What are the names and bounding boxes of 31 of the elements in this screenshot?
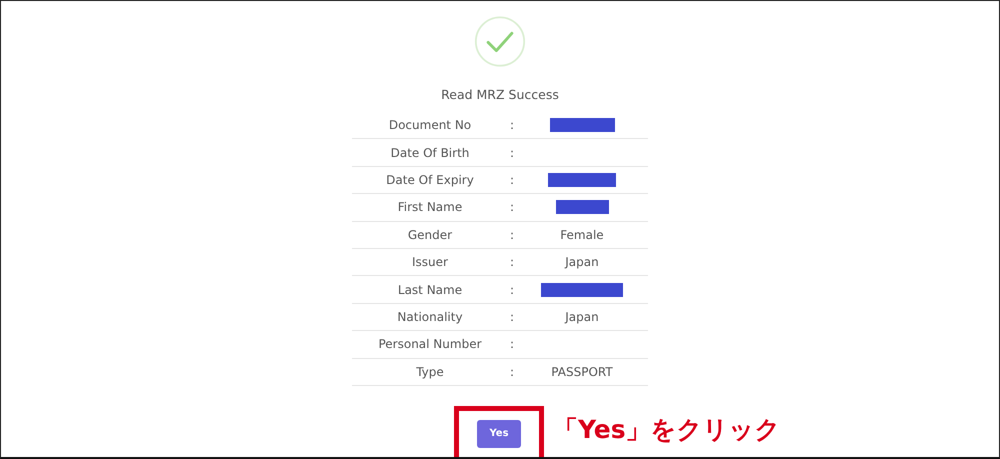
separator: : — [508, 173, 516, 188]
field-label: First Name — [396, 200, 464, 214]
field-value: Japan — [565, 310, 599, 324]
separator: : — [508, 282, 516, 297]
field-label: Personal Number — [377, 337, 483, 352]
field-label: Nationality — [396, 310, 464, 324]
success-check-icon — [472, 16, 528, 68]
field-value: PASSPORT — [551, 364, 613, 379]
separator: : — [508, 146, 516, 160]
field-label: Date Of Expiry — [385, 173, 475, 188]
annotation-text: 「Yes」をクリック — [553, 414, 781, 446]
dialog-title: Read MRZ Success — [441, 87, 559, 102]
redaction-block — [550, 118, 614, 132]
redaction-block — [556, 200, 608, 214]
field-label: Document No — [388, 118, 472, 132]
separator: : — [508, 337, 516, 352]
separator: : — [508, 118, 516, 132]
field-label: Date Of Birth — [390, 146, 470, 160]
field-value: Female — [560, 228, 604, 242]
separator: : — [508, 200, 516, 214]
separator: : — [508, 255, 516, 270]
field-label: Issuer — [411, 255, 449, 270]
separator: : — [508, 310, 516, 324]
field-label: Gender — [406, 228, 454, 242]
field-label: Type — [415, 364, 445, 379]
field-value: Japan — [565, 255, 599, 270]
separator: : — [508, 364, 516, 379]
separator: : — [508, 228, 516, 242]
yes-button[interactable]: Yes — [477, 420, 521, 448]
field-label: Last Name — [396, 282, 464, 297]
redaction-block — [548, 173, 616, 188]
